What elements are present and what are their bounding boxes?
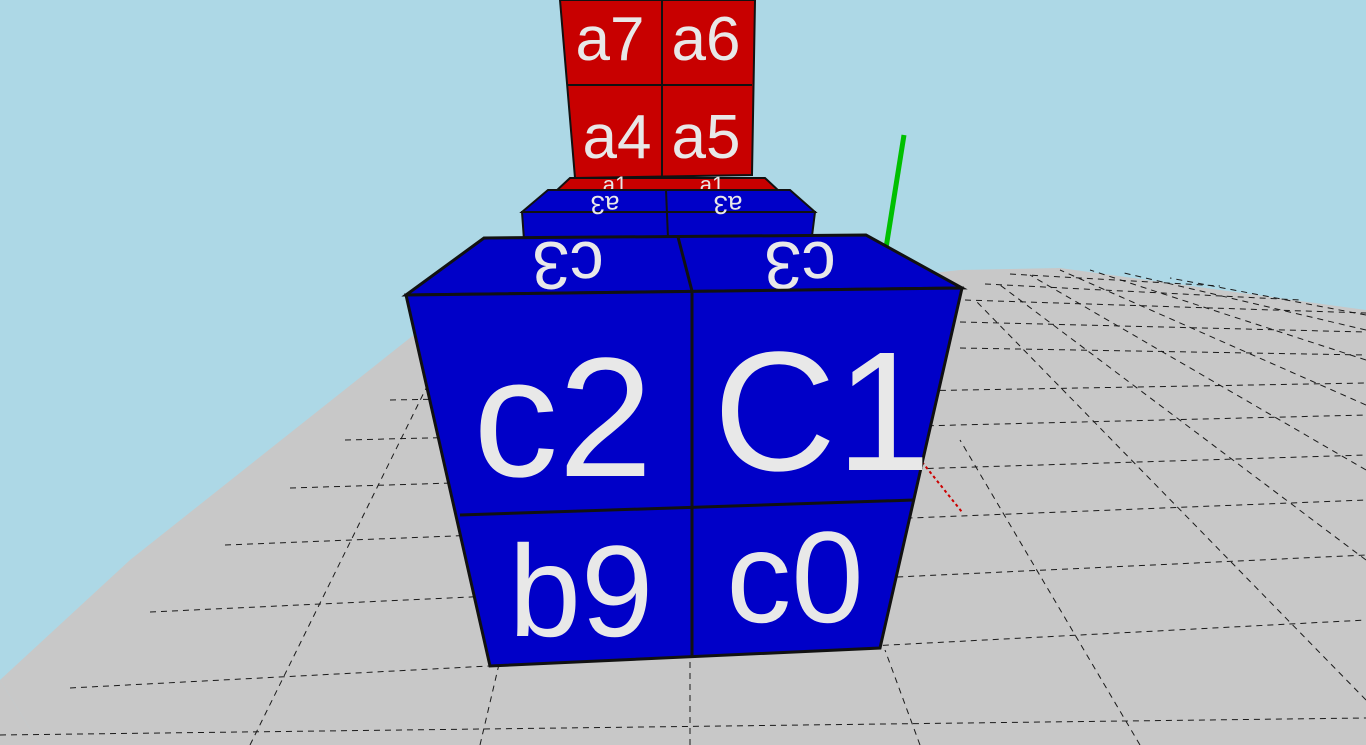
middle-cube-label-right: a3	[714, 190, 743, 220]
tower-label-a5: a5	[672, 103, 741, 172]
tower-label-a4: a4	[583, 103, 652, 172]
game-viewport[interactable]: a7 a6 a4 a5 a1 a1 a3 a3 c3 c3 c2 C1 b9 c…	[0, 0, 1366, 745]
back-tower: a7 a6 a4 a5 a1 a1	[552, 0, 783, 197]
front-cube-label-c2: c2	[473, 323, 653, 513]
front-cube-label-C1: C1	[713, 317, 930, 507]
tower-label-a6: a6	[672, 5, 741, 74]
middle-cube-label-left: a3	[591, 190, 620, 220]
front-cube-label-c0: c0	[726, 504, 863, 650]
front-cube-label-b9: b9	[509, 518, 654, 664]
tower-label-a7: a7	[576, 5, 645, 74]
front-cube: c3 c3 c2 C1 b9 c0	[401, 227, 968, 668]
